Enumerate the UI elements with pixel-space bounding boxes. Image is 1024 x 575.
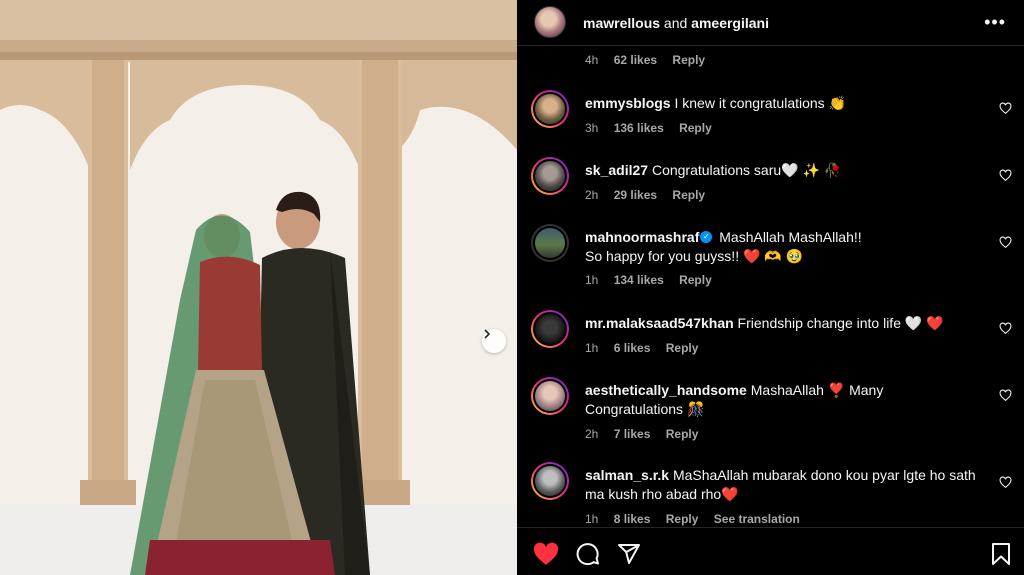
comment-body: Congratulations saru🤍 ✨ 🥀	[651, 162, 842, 178]
post-authors: mawrellous and ameergilani	[583, 15, 769, 31]
comment-likes[interactable]: 8 likes	[614, 512, 651, 526]
author-avatar[interactable]	[534, 6, 566, 38]
comment-time: 1h	[585, 341, 599, 355]
previous-comment-meta: 4h 62 likes Reply	[585, 53, 717, 67]
comment-body: I knew it congratulations 👏	[674, 95, 846, 111]
like-comment-icon[interactable]	[999, 389, 1012, 402]
reply-button[interactable]: Reply	[672, 188, 705, 202]
comment-meta: 1h 6 likes Reply	[585, 341, 710, 355]
commenter-avatar[interactable]	[531, 90, 569, 128]
commenter-avatar[interactable]	[531, 157, 569, 195]
comment-meta: 2h 29 likes Reply	[585, 188, 717, 202]
more-options-icon[interactable]: •••	[984, 12, 1006, 33]
comment-text: mr.malaksaad547khan Friendship change in…	[585, 314, 985, 333]
commenter-username[interactable]: aesthetically_handsome	[585, 382, 747, 398]
comment-time: 1h	[585, 273, 599, 287]
comment-meta: 1h 134 likes Reply	[585, 273, 724, 287]
comment-text: aesthetically_handsome MashaAllah ❣️ Man…	[585, 381, 985, 419]
post-photo	[0, 0, 517, 575]
next-photo-button[interactable]	[482, 329, 506, 353]
comment-meta: 1h 8 likes Reply See translation	[585, 512, 812, 526]
comment-time: 1h	[585, 512, 599, 526]
reply-button[interactable]: Reply	[679, 273, 712, 287]
bookmark-icon[interactable]	[991, 542, 1011, 566]
comment-likes[interactable]: 136 likes	[614, 121, 664, 135]
like-comment-icon[interactable]	[999, 322, 1012, 335]
reply-button[interactable]: Reply	[666, 512, 699, 526]
comment-meta: 3h 136 likes Reply	[585, 121, 724, 135]
commenter-username[interactable]: emmysblogs	[585, 95, 671, 111]
comment-meta: 2h 7 likes Reply	[585, 427, 710, 441]
commenter-username[interactable]: mr.malaksaad547khan	[585, 315, 734, 331]
like-comment-icon[interactable]	[999, 102, 1012, 115]
comment-text: sk_adil27 Congratulations saru🤍 ✨ 🥀	[585, 161, 985, 180]
comment-time: 4h	[585, 53, 599, 67]
comment-icon[interactable]	[576, 542, 600, 566]
comment-likes[interactable]: 62 likes	[614, 53, 657, 67]
and-text: and	[663, 15, 688, 31]
comments-panel: mawrellous and ameergilani ••• 4h 62 lik…	[517, 0, 1024, 575]
comment-text: emmysblogs I knew it congratulations 👏	[585, 94, 985, 113]
commenter-username[interactable]: salman_s.r.k	[585, 467, 669, 483]
comment-body: MashAllah MashAllah!!	[719, 229, 862, 245]
collaborator-username[interactable]: ameergilani	[691, 15, 769, 31]
reply-button[interactable]: Reply	[666, 341, 699, 355]
commenter-avatar[interactable]	[531, 310, 569, 348]
reply-button[interactable]: Reply	[679, 121, 712, 135]
commenter-username[interactable]: sk_adil27	[585, 162, 648, 178]
comment-likes[interactable]: 7 likes	[614, 427, 651, 441]
heart-filled-icon[interactable]	[533, 542, 559, 566]
comment-body-line2: So happy for you guyss!! ❤️ 🫶 🥹	[585, 248, 804, 264]
like-comment-icon[interactable]	[999, 169, 1012, 182]
commenter-avatar[interactable]	[531, 462, 569, 500]
comment-likes[interactable]: 29 likes	[614, 188, 657, 202]
comment-time: 3h	[585, 121, 599, 135]
commenter-username[interactable]: mahnoormashraf	[585, 229, 699, 245]
wedding-photo	[0, 0, 517, 575]
comment-text: mahnoormashraf ✓ MashAllah MashAllah!! So…	[585, 228, 985, 266]
comment-likes[interactable]: 6 likes	[614, 341, 651, 355]
comment-time: 2h	[585, 427, 599, 441]
comment-likes[interactable]: 134 likes	[614, 273, 664, 287]
post-actions-bar	[517, 527, 1024, 575]
author-username[interactable]: mawrellous	[583, 15, 660, 31]
comment-time: 2h	[585, 188, 599, 202]
like-comment-icon[interactable]	[999, 236, 1012, 249]
see-translation-link[interactable]: See translation	[714, 512, 800, 526]
reply-button[interactable]: Reply	[666, 427, 699, 441]
share-icon[interactable]	[617, 542, 641, 566]
post-header: mawrellous and ameergilani •••	[517, 0, 1024, 46]
like-comment-icon[interactable]	[999, 476, 1012, 489]
reply-button[interactable]: Reply	[672, 53, 705, 67]
comment-text: salman_s.r.k MaShaAllah mubarak dono kou…	[585, 466, 985, 504]
verified-badge-icon: ✓	[700, 231, 713, 244]
commenter-avatar[interactable]	[531, 377, 569, 415]
chevron-right-icon	[484, 329, 491, 339]
comment-body: Friendship change into life 🤍 ❤️	[737, 315, 944, 331]
commenter-avatar[interactable]	[531, 224, 569, 262]
